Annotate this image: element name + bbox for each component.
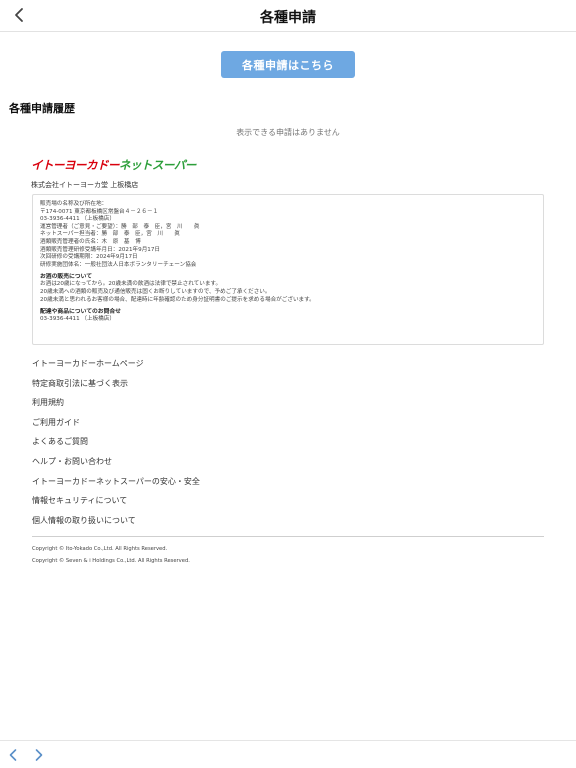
info-line: 販売場の名称及び所在地： (40, 201, 108, 207)
copyright-seven-i: Copyright © Seven & i Holdings Co.,Ltd. … (32, 558, 190, 564)
footer-link-guide[interactable]: ご利用ガイド (32, 413, 200, 433)
footer-divider (32, 536, 544, 537)
browser-forward-button[interactable] (30, 746, 48, 764)
store-logo: イトーヨーカドーネットスーパー (31, 157, 196, 173)
info-line: ネットスーパー担当者：勝 部 泰 臣，宮 川 眞 (40, 231, 180, 238)
copyright-ito-yokado: Copyright © Ito-Yokado Co.,Ltd. All Righ… (32, 546, 168, 552)
info-line: 研修実施団体名：一般社団法人日本ボランタリーチェーン協会 (40, 261, 197, 268)
footer-link-privacy[interactable]: 個人情報の取り扱いについて (32, 511, 200, 531)
footer-link-help[interactable]: ヘルプ・お問い合わせ (32, 452, 200, 472)
alcohol-line: 20歳未満への酒類の販売及び通信販売は固くお断りしていますので、予めご了承くださ… (40, 288, 271, 295)
contact-phone: 03-3936-4411 （上板橋店） (40, 316, 115, 323)
logo-brand-text: イトーヨーカドー (31, 158, 120, 172)
logo-service-text: ネットスーパー (119, 158, 196, 172)
history-title: 各種申請履歴 (9, 102, 75, 115)
footer-link-commerce-law[interactable]: 特定商取引法に基づく表示 (32, 374, 200, 394)
chevron-right-icon (35, 749, 43, 761)
contact-heading: 配達や商品についてのお問合せ (40, 309, 121, 316)
store-name: 株式会社イトーヨーカ堂 上板橋店 (31, 181, 139, 189)
apply-button[interactable]: 各種申請はこちら (221, 51, 355, 78)
chevron-left-icon (9, 749, 17, 761)
browser-back-button[interactable] (4, 746, 22, 764)
footer-links: イトーヨーカドーホームページ 特定商取引法に基づく表示 利用規約 ご利用ガイド … (32, 354, 200, 530)
top-bar: 各種申請 (0, 0, 576, 32)
info-line: 次回研修の受講期限：2024年9月17日 (40, 254, 138, 261)
footer-link-safety[interactable]: イトーヨーカドーネットスーパーの安心・安全 (32, 472, 200, 492)
alcohol-line: お酒は20歳になってから。20歳未満の飲酒は法律で禁止されています。 (40, 281, 222, 288)
empty-history-message: 表示できる申請はありません (236, 128, 340, 137)
store-info-box: 販売場の名称及び所在地： 〒174-0071 東京都板橋区常盤台４－２６－１ 0… (32, 194, 544, 345)
alcohol-line: 20歳未満と思われるお客様の場合、配達時に年齢確認のため身分証明書のご提示を求め… (40, 296, 315, 303)
footer-link-faq[interactable]: よくあるご質問 (32, 432, 200, 452)
page-title: 各種申請 (260, 10, 316, 26)
footer-link-homepage[interactable]: イトーヨーカドーホームページ (32, 354, 200, 374)
footer-link-terms[interactable]: 利用規約 (32, 393, 200, 413)
bottom-toolbar (0, 740, 576, 768)
info-line: 酒類販売管理者の氏名：木 原 基 博 (40, 238, 141, 245)
footer-link-security[interactable]: 情報セキュリティについて (32, 491, 200, 511)
info-line: 03-3936-4411 （上板橋店） (40, 216, 115, 223)
